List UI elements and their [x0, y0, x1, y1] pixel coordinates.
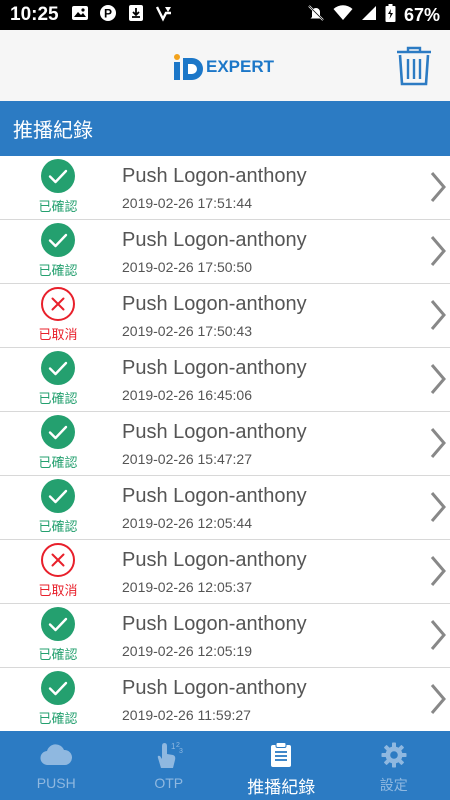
wifi-icon — [333, 5, 353, 25]
status-label: 已取消 — [38, 328, 78, 343]
record-row[interactable]: 已確認 Push Logon-anthony 2019-02-26 16:45:… — [0, 348, 450, 412]
record-timestamp: 2019-02-26 17:50:50 — [122, 259, 252, 275]
check-circle-icon — [41, 351, 75, 385]
cloud-icon — [40, 741, 73, 769]
record-status: 已確認 — [24, 606, 92, 664]
record-timestamp: 2019-02-26 17:50:43 — [122, 323, 252, 339]
status-label: 已確認 — [38, 392, 78, 407]
record-row[interactable]: 已取消 Push Logon-anthony 2019-02-26 17:50:… — [0, 284, 450, 348]
delete-button[interactable] — [392, 44, 436, 88]
check-circle-icon — [41, 607, 75, 641]
record-status: 已確認 — [24, 222, 92, 280]
chevron-right-icon — [430, 364, 446, 394]
chevron-right-icon — [430, 684, 446, 714]
record-status: 已取消 — [24, 542, 92, 600]
app-logo: EXPERT — [172, 52, 274, 82]
record-row[interactable]: 已確認 Push Logon-anthony 2019-02-26 17:51:… — [0, 156, 450, 220]
record-timestamp: 2019-02-26 16:45:06 — [122, 387, 252, 403]
record-row[interactable]: 已確認 Push Logon-anthony 2019-02-26 12:05:… — [0, 604, 450, 668]
record-title: Push Logon-anthony — [122, 293, 307, 315]
logo-text: EXPERT — [206, 57, 275, 76]
record-row[interactable]: 已確認 Push Logon-anthony 2019-02-26 12:05:… — [0, 476, 450, 540]
record-status: 已確認 — [24, 478, 92, 536]
record-title: Push Logon-anthony — [122, 421, 307, 443]
tab-otp[interactable]: 1 2 3 OTP — [113, 731, 226, 800]
check-circle-icon — [41, 159, 75, 193]
record-status: 已取消 — [24, 286, 92, 344]
record-title: Push Logon-anthony — [122, 357, 307, 379]
check-circle-icon — [41, 671, 75, 705]
record-status: 已確認 — [24, 350, 92, 408]
record-status: 已確認 — [24, 414, 92, 472]
record-status: 已確認 — [24, 670, 92, 728]
gear-icon — [381, 741, 407, 769]
record-row[interactable]: 已取消 Push Logon-anthony 2019-02-26 12:05:… — [0, 540, 450, 604]
chevron-right-icon — [430, 492, 446, 522]
push-record-list[interactable]: 已確認 Push Logon-anthony 2019-02-26 17:51:… — [0, 156, 450, 731]
status-label: 已確認 — [38, 264, 78, 279]
status-label: 已取消 — [38, 584, 78, 599]
cancel-circle-icon — [41, 543, 75, 577]
check-circle-icon — [41, 223, 75, 257]
status-label: 已確認 — [38, 520, 78, 535]
record-title: Push Logon-anthony — [122, 677, 307, 699]
record-row[interactable]: 已確認 Push Logon-anthony 2019-02-26 17:50:… — [0, 220, 450, 284]
record-title: Push Logon-anthony — [122, 613, 307, 635]
status-label: 已確認 — [38, 648, 78, 663]
tab-push[interactable]: PUSH — [0, 731, 113, 800]
status-label: 已確認 — [38, 200, 78, 215]
download-notification-icon — [127, 4, 145, 26]
record-timestamp: 2019-02-26 12:05:37 — [122, 579, 252, 595]
id-logo-icon — [172, 52, 206, 82]
app-bar: EXPERT — [0, 30, 450, 102]
section-title: 推播紀錄 — [0, 101, 450, 156]
tab-settings-label: 設定 — [379, 777, 408, 793]
chevron-right-icon — [430, 236, 446, 266]
record-title: Push Logon-anthony — [122, 229, 307, 251]
app-notification-icon — [155, 4, 173, 26]
check-circle-icon — [41, 479, 75, 513]
record-timestamp: 2019-02-26 17:51:44 — [122, 195, 252, 211]
parking-notification-icon: P — [99, 4, 117, 26]
record-row[interactable]: 已確認 Push Logon-anthony 2019-02-26 11:59:… — [0, 668, 450, 731]
tab-push-records-label: 推播紀錄 — [247, 778, 316, 798]
battery-icon — [385, 4, 396, 26]
status-label: 已確認 — [38, 456, 78, 471]
tab-push-records[interactable]: 推播紀錄 — [225, 731, 338, 800]
record-timestamp: 2019-02-26 12:05:44 — [122, 515, 252, 531]
cancel-circle-icon — [41, 287, 75, 321]
record-title: Push Logon-anthony — [122, 549, 307, 571]
tab-otp-label: OTP — [154, 775, 184, 791]
chevron-right-icon — [430, 172, 446, 202]
record-timestamp: 2019-02-26 12:05:19 — [122, 643, 252, 659]
signal-icon — [361, 5, 377, 25]
record-title: Push Logon-anthony — [122, 485, 307, 507]
record-title: Push Logon-anthony — [122, 165, 307, 187]
chevron-right-icon — [430, 620, 446, 650]
svg-text:P: P — [104, 7, 112, 21]
tab-push-label: PUSH — [36, 775, 76, 791]
image-notification-icon — [71, 4, 89, 26]
status-label: 已確認 — [38, 712, 78, 727]
record-timestamp: 2019-02-26 11:59:27 — [122, 707, 251, 723]
clipboard-icon — [270, 741, 292, 769]
status-bar: 10:25 P 67% — [0, 0, 450, 30]
status-time: 10:25 — [10, 4, 59, 25]
battery-percent: 67% — [403, 4, 440, 25]
svg-text:3: 3 — [179, 748, 183, 755]
chevron-right-icon — [430, 300, 446, 330]
bottom-nav: PUSH 1 2 3 OTP 推播紀錄 設定 — [0, 731, 450, 800]
chevron-right-icon — [430, 556, 446, 586]
tab-settings[interactable]: 設定 — [338, 731, 450, 800]
record-row[interactable]: 已確認 Push Logon-anthony 2019-02-26 15:47:… — [0, 412, 450, 476]
trash-icon — [397, 46, 431, 86]
chevron-right-icon — [430, 428, 446, 458]
record-timestamp: 2019-02-26 15:47:27 — [122, 451, 252, 467]
hand-otp-icon: 1 2 3 — [153, 741, 185, 769]
record-status: 已確認 — [24, 158, 92, 216]
mute-icon — [307, 4, 325, 26]
check-circle-icon — [41, 415, 75, 449]
